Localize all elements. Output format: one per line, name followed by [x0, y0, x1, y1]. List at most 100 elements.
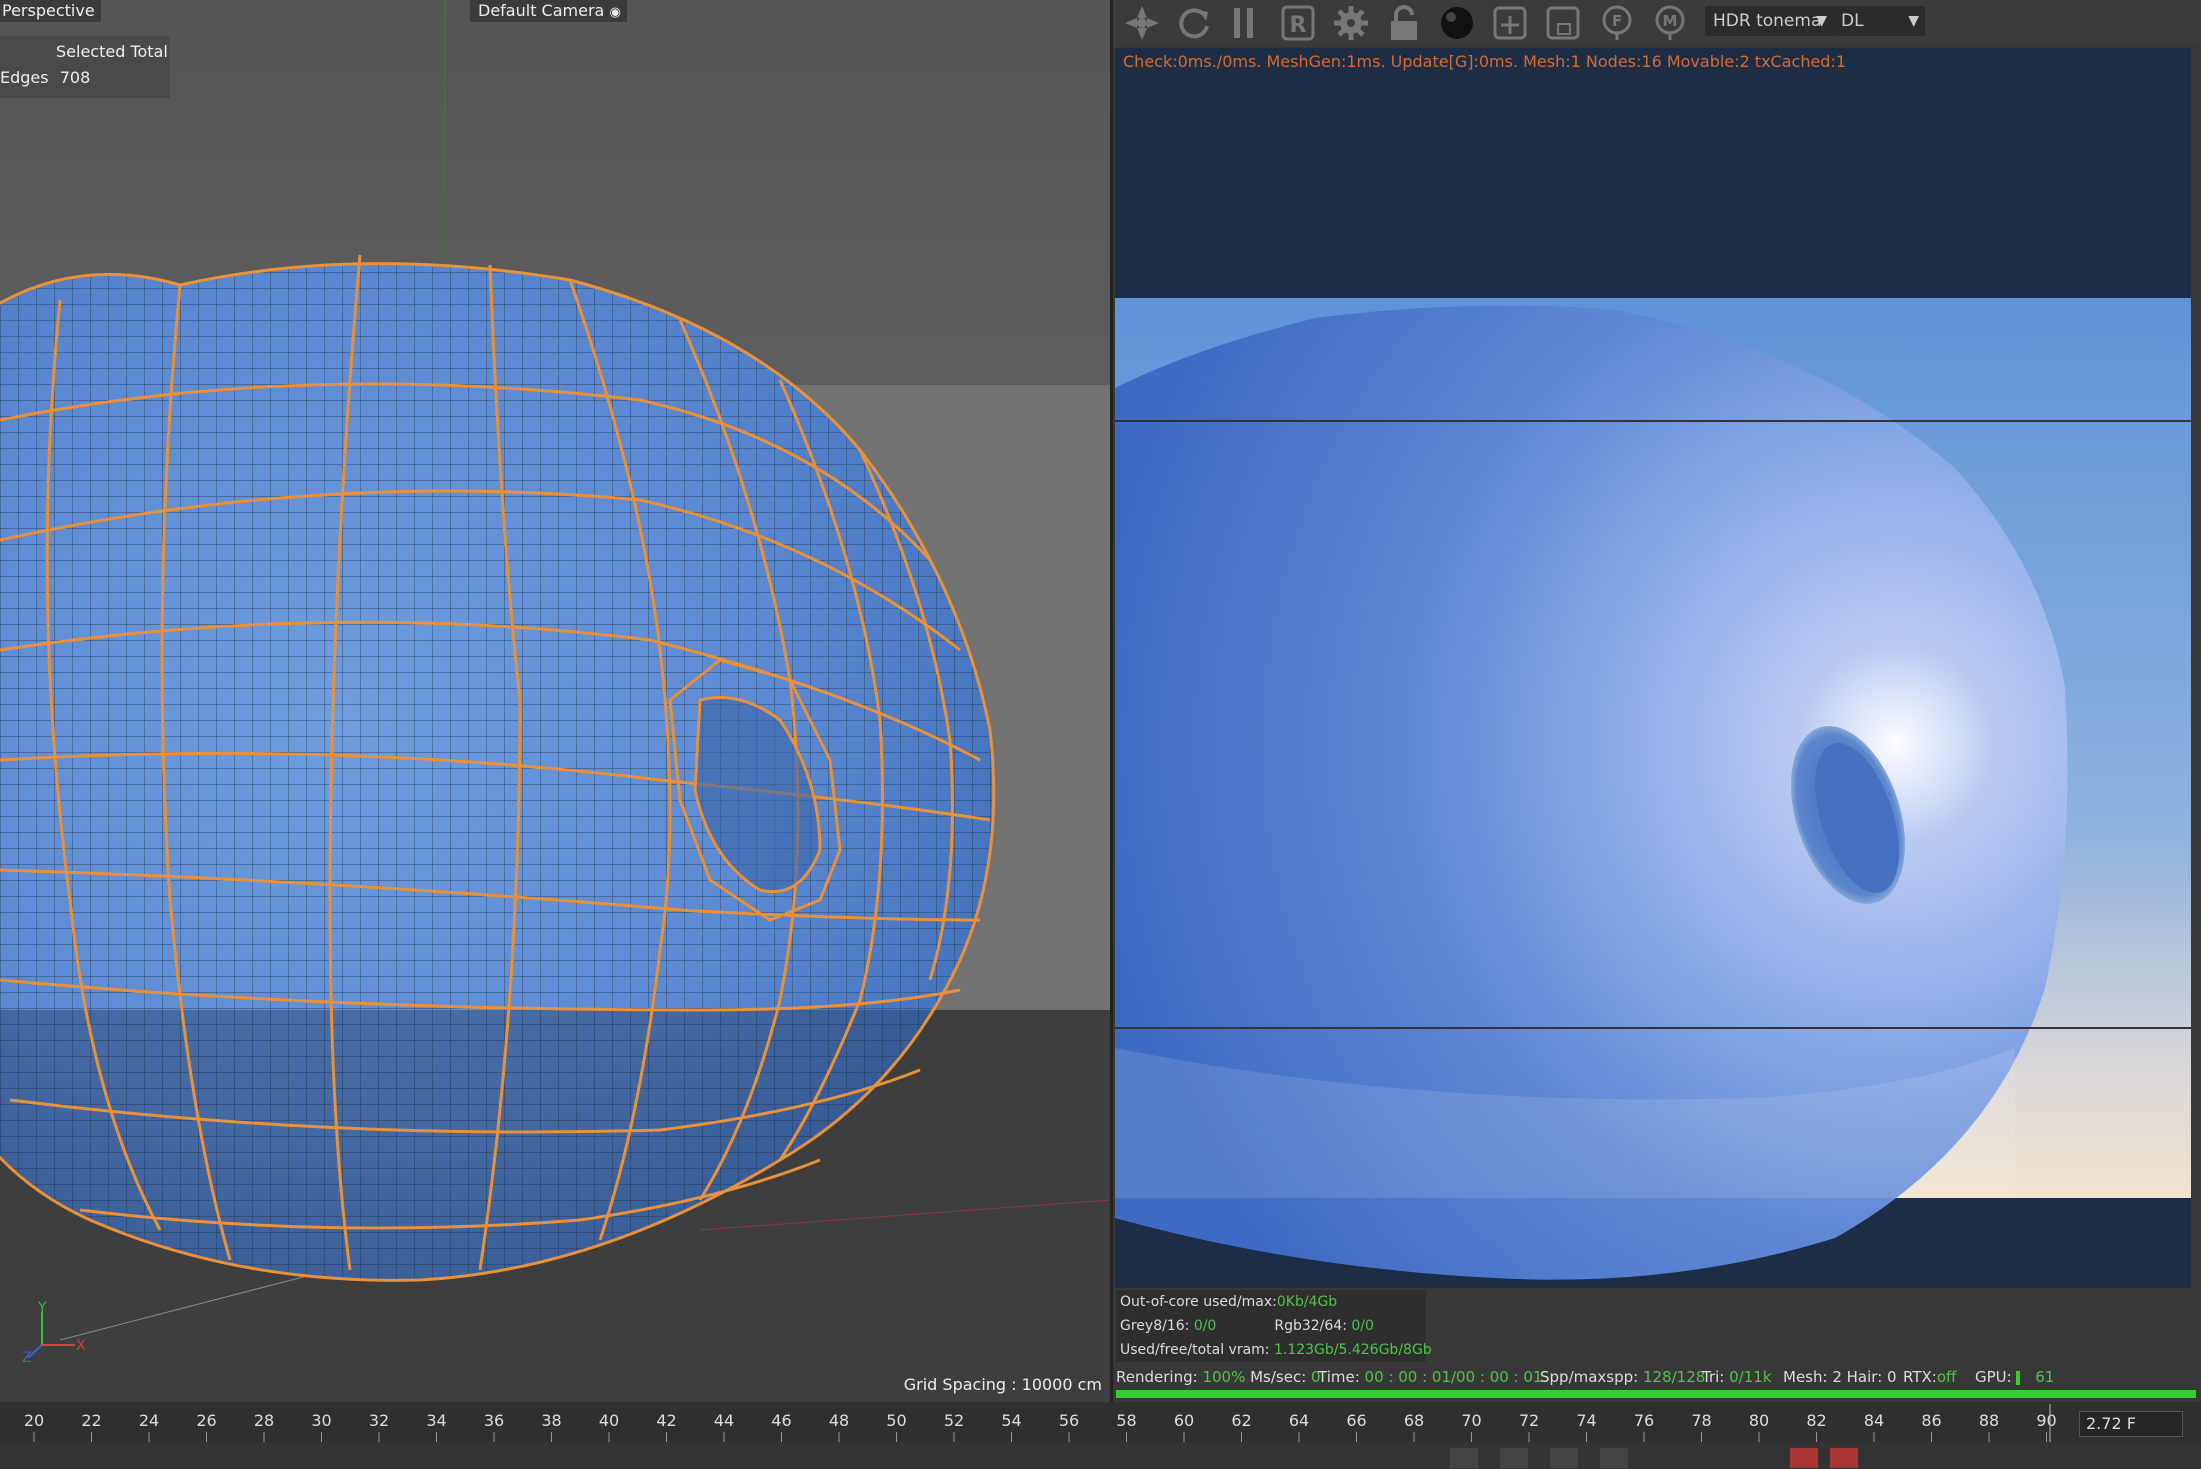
- perspective-viewport[interactable]: Y X Z Perspective Default Camera ◉ Selec…: [0, 0, 1110, 1402]
- m-pass-icon[interactable]: M: [1651, 4, 1689, 42]
- svg-text:M: M: [1663, 12, 1678, 30]
- previous-frame-button[interactable]: [1500, 1448, 1528, 1468]
- current-frame-field[interactable]: 2.72 F: [2079, 1411, 2183, 1437]
- spp-label: Spp/maxspp:: [1540, 1368, 1639, 1386]
- kernel-select[interactable]: DL ▼: [1833, 6, 1925, 36]
- mssec-label: Ms/sec:: [1250, 1368, 1307, 1386]
- gpu-status: GPU: 61: [1975, 1366, 2054, 1388]
- timeline-tick-label: 40: [599, 1411, 619, 1430]
- tri-value: 0/11k: [1729, 1368, 1772, 1386]
- clay-mode-icon[interactable]: [1544, 4, 1582, 42]
- tonemap-select[interactable]: HDR tonema ▼: [1705, 6, 1833, 36]
- timeline-tick-label: 24: [139, 1411, 159, 1430]
- timeline-tick-label: 22: [81, 1411, 101, 1430]
- stats-edges-label: Edges: [0, 68, 49, 87]
- rendering-status: Rendering: 100% Ms/sec: 0: [1116, 1366, 1321, 1388]
- timeline-tick-label: 30: [311, 1411, 331, 1430]
- ooc-value: 0Kb/4Gb: [1276, 1294, 1338, 1310]
- viewport-title[interactable]: Perspective: [0, 0, 101, 22]
- playback-controls-bar: [0, 1442, 2201, 1469]
- timeline-tick-label: 76: [1634, 1411, 1654, 1430]
- timeline-tick-label: 42: [656, 1411, 676, 1430]
- region-render-icon[interactable]: R: [1279, 4, 1317, 42]
- timeline-tick-label: 28: [254, 1411, 274, 1430]
- timeline-tick-label: 48: [829, 1411, 849, 1430]
- autokey-button[interactable]: [1830, 1448, 1858, 1468]
- render-status-bar: Rendering: 100% Ms/sec: 0 Time: 00 : 00 …: [1113, 1366, 2201, 1388]
- rendering-label: Rendering:: [1116, 1368, 1198, 1386]
- hair-value: 0: [1887, 1368, 1897, 1386]
- record-keyframe-button[interactable]: [1790, 1448, 1818, 1468]
- timeline-tick-label: 44: [714, 1411, 734, 1430]
- play-button[interactable]: [1550, 1448, 1578, 1468]
- timeline-tick-label: 82: [1806, 1411, 1826, 1430]
- selection-stats: Selected Total Edges 708: [0, 36, 170, 98]
- timeline-tick-label: 78: [1691, 1411, 1711, 1430]
- timeline-tick-label: 88: [1979, 1411, 1999, 1430]
- timeline-tick-label: 52: [944, 1411, 964, 1430]
- vram-value: 1.123Gb/5.426Gb/8Gb: [1273, 1342, 1432, 1358]
- lock-icon[interactable]: [1385, 4, 1423, 42]
- timeline-tick-label: 80: [1749, 1411, 1769, 1430]
- render-view[interactable]: Check:0ms./0ms. MeshGen:1ms. Update[G]:0…: [1115, 48, 2191, 1288]
- next-frame-button[interactable]: [1600, 1448, 1628, 1468]
- spp-status: Spp/maxspp: 128/128: [1540, 1366, 1705, 1388]
- tonemap-select-value: HDR tonema: [1713, 11, 1822, 31]
- timeline[interactable]: 20 22 24 26 28 30 32 34 36 38 40 42 44 46 48 50 52 54 56 58…: [0, 1402, 2201, 1442]
- gpu-value: 61: [2035, 1368, 2055, 1386]
- timeline-tick-label: 90: [2036, 1411, 2056, 1430]
- refresh-icon[interactable]: [1175, 4, 1213, 42]
- timeline-tick-label: 72: [1519, 1411, 1539, 1430]
- spp-value: 128/128: [1643, 1368, 1706, 1386]
- time-value: 00 : 00 : 01/00 : 00 : 01: [1364, 1368, 1543, 1386]
- tri-status: Tri: 0/11k: [1702, 1366, 1772, 1388]
- add-node-icon[interactable]: [1491, 4, 1529, 42]
- live-viewer-toolbar: R F M HDR tonema ▼ DL ▼: [1113, 0, 2201, 46]
- render-progress-bar: [1116, 1390, 2196, 1398]
- rgb-value: 0/0: [1351, 1318, 1374, 1334]
- timeline-tick-label: 68: [1404, 1411, 1424, 1430]
- timeline-tick-label: 38: [541, 1411, 561, 1430]
- current-frame-value: 2.72 F: [2086, 1414, 2136, 1433]
- render-progress-fill: [1116, 1390, 2196, 1398]
- timeline-tick-label: 56: [1059, 1411, 1079, 1430]
- timeline-tick-label: 84: [1864, 1411, 1884, 1430]
- tri-label: Tri:: [1702, 1368, 1725, 1386]
- go-to-start-button[interactable]: [1450, 1448, 1478, 1468]
- timeline-ruler[interactable]: 20 22 24 26 28 30 32 34 36 38 40 42 44 46 48 50 52 54 56 58…: [0, 1402, 2070, 1442]
- viewport-scene: [0, 0, 1110, 1402]
- timeline-tick-label: 70: [1461, 1411, 1481, 1430]
- rtx-label: RTX:: [1903, 1368, 1937, 1386]
- ooc-label: Out-of-core used/max:: [1120, 1294, 1277, 1310]
- axis-z-label: Z: [22, 1350, 32, 1366]
- timeline-tick-label: 36: [484, 1411, 504, 1430]
- stats-edges-value: 708: [59, 68, 91, 87]
- time-status: Time: 00 : 00 : 01/00 : 00 : 01: [1318, 1366, 1542, 1388]
- rtx-value: off: [1936, 1368, 1957, 1386]
- send-to-icon[interactable]: [1123, 4, 1161, 42]
- camera-icon: ◉: [609, 5, 621, 20]
- vram-label: Used/free/total vram:: [1120, 1342, 1270, 1358]
- timeline-tick-label: 64: [1289, 1411, 1309, 1430]
- mesh-value: 2: [1832, 1368, 1842, 1386]
- gpu-meter: [2016, 1370, 2021, 1385]
- timeline-tick-label: 66: [1346, 1411, 1366, 1430]
- rgb-label: Rgb32/64:: [1274, 1318, 1347, 1334]
- timeline-tick-label: 34: [426, 1411, 446, 1430]
- axis-x-label: X: [76, 1338, 86, 1354]
- kernel-select-value: DL: [1841, 11, 1864, 31]
- f-pass-icon[interactable]: F: [1598, 4, 1636, 42]
- mesh-label: Mesh:: [1783, 1368, 1828, 1386]
- timeline-tick-label: 86: [1921, 1411, 1941, 1430]
- camera-menu[interactable]: Default Camera ◉: [470, 0, 627, 22]
- timeline-tick-label: 54: [1001, 1411, 1021, 1430]
- timeline-tick-label: 74: [1576, 1411, 1596, 1430]
- settings-gear-icon[interactable]: [1332, 4, 1370, 42]
- material-sphere-icon[interactable]: [1438, 4, 1476, 42]
- stats-header: Selected Total: [56, 42, 168, 61]
- grey-label: Grey8/16:: [1120, 1318, 1190, 1334]
- render-debug-info: Check:0ms./0ms. MeshGen:1ms. Update[G]:0…: [1123, 52, 1847, 71]
- grid-spacing: Grid Spacing : 10000 cm: [903, 1375, 1102, 1394]
- pause-icon[interactable]: [1225, 4, 1263, 42]
- chevron-down-icon: ▼: [1816, 13, 1827, 29]
